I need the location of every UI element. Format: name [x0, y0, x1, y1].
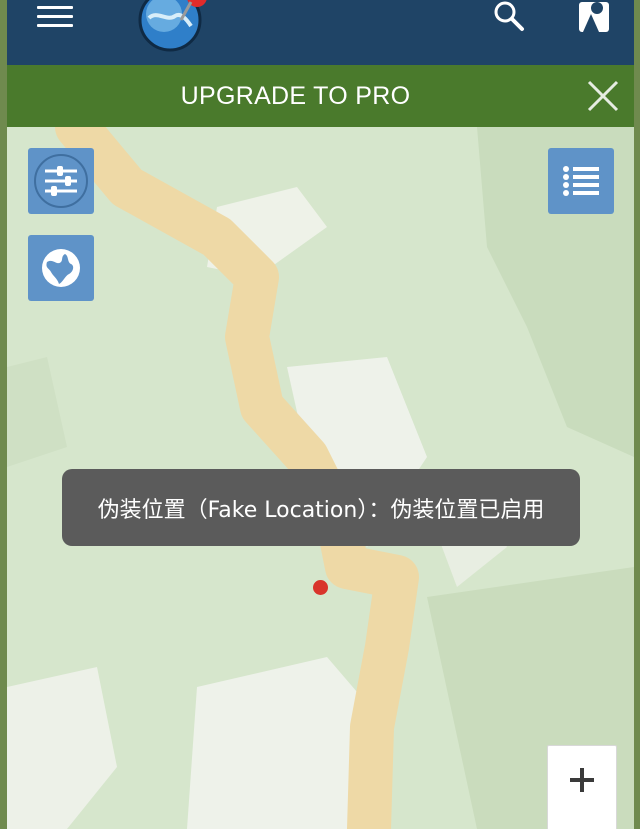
- user-icon[interactable]: [575, 0, 615, 36]
- toast-notification: 伪装位置（Fake Location）：伪装位置已启用: [62, 469, 580, 546]
- menu-icon[interactable]: [37, 6, 73, 30]
- top-app-bar: [7, 0, 634, 65]
- map-filter-button[interactable]: [28, 148, 94, 214]
- zoom-in-button[interactable]: [547, 745, 617, 829]
- close-icon[interactable]: [585, 78, 621, 114]
- toast-message: 伪装位置（Fake Location）：伪装位置已启用: [97, 497, 545, 523]
- upgrade-banner[interactable]: UPGRADE TO PRO: [7, 65, 634, 127]
- list-button[interactable]: [548, 148, 614, 214]
- zoom-in-icon-stem: [580, 768, 584, 792]
- upgrade-label: UPGRADE TO PRO: [180, 81, 411, 110]
- app-screen: UPGRADE TO PRO 伪装位置（Fake Location）：伪装位置已…: [7, 0, 634, 829]
- map-layers-button[interactable]: [28, 235, 94, 301]
- list-icon: [563, 166, 599, 196]
- globe-icon: [42, 249, 80, 287]
- filter-sliders-icon: [34, 154, 88, 208]
- location-marker[interactable]: [313, 580, 328, 595]
- search-icon[interactable]: [491, 0, 527, 36]
- globe-pin-logo: [137, 0, 207, 54]
